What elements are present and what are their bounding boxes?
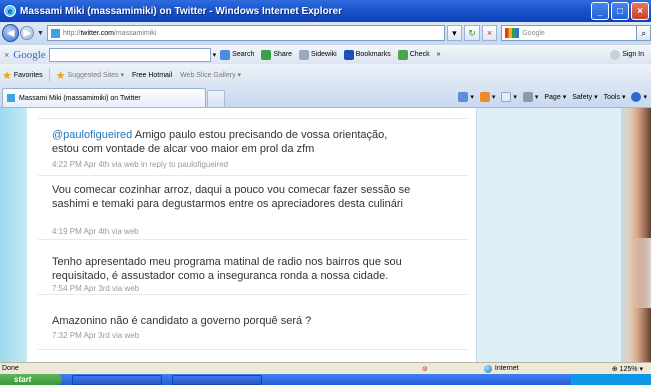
google-sign-in-link[interactable]: Sign In [610, 49, 644, 60]
taskbar-item[interactable] [72, 374, 162, 385]
status-text: Done [2, 365, 19, 372]
address-row: ◀ ▶ ▼ http://twitter.com/massamimiki ▾ ↻… [0, 22, 651, 44]
google-check-button[interactable]: Check [397, 49, 430, 60]
mention-link[interactable]: @paulofigueired [52, 129, 132, 141]
read-mail-button[interactable]: ▾ [501, 92, 517, 102]
fav-suggested-sites[interactable]: Suggested Sites ▾ [68, 71, 124, 80]
zoom-level[interactable]: ⊕ 125% ▾ [612, 365, 651, 373]
tweet-meta[interactable]: 4:22 PM Apr 4th via web in reply to paul… [52, 160, 228, 169]
command-bar: ▾ ▾ ▾ ▾ Page ▾ Safety ▾ Tools ▾ ▾ [458, 87, 651, 107]
tab-twitter[interactable]: Massami Miki (massamimiki) on Twitter [2, 88, 206, 107]
new-tab-button[interactable] [207, 90, 225, 107]
favorites-button[interactable]: Favorites [14, 72, 43, 79]
close-button[interactable]: × [631, 2, 649, 20]
page-background [0, 108, 27, 362]
window-title: Massami Miki (massamimiki) on Twitter - … [20, 5, 343, 17]
page-content: @paulofigueired Amigo paulo estou precis… [0, 108, 651, 362]
minimize-button[interactable]: _ [591, 2, 609, 20]
fav-web-slice-gallery[interactable]: Web Slice Gallery ▾ [180, 71, 241, 80]
tweet-text: Tenho apresentado meu programa matinal d… [52, 256, 402, 282]
add-favorite-icon[interactable]: ★ [56, 69, 66, 82]
history-dropdown-icon[interactable]: ▼ [37, 30, 44, 37]
status-bar: Done ⊘ Internet ⊕ 125% ▾ [0, 362, 651, 374]
ie-logo-icon: e [4, 5, 16, 17]
url-host: twitter.com [80, 29, 114, 37]
tweet-text: @paulofigueired Amigo paulo estou precis… [52, 129, 388, 155]
start-button[interactable]: start [0, 374, 62, 385]
url-path: /massamimiki [113, 29, 157, 37]
tab-title: Massami Miki (massamimiki) on Twitter [19, 94, 141, 102]
safety-menu[interactable]: Safety ▾ [572, 93, 597, 102]
google-search-input[interactable] [48, 47, 211, 62]
tweet-item: Vou comecar cozinhar arroz, daqui a pouc… [38, 176, 468, 240]
tab-favicon-icon [7, 94, 15, 102]
search-box[interactable]: Google [501, 25, 638, 41]
tools-menu[interactable]: Tools ▾ [604, 93, 626, 102]
google-logo: Google [13, 48, 46, 61]
google-search-button[interactable]: Search [220, 49, 254, 60]
photo-highlight [633, 238, 651, 308]
home-button[interactable]: ▾ [458, 92, 474, 102]
google-share-button[interactable]: Share [261, 49, 292, 60]
window-controls: _ □ × [591, 2, 649, 20]
feeds-button[interactable]: ▾ [479, 92, 495, 102]
fav-free-hotmail[interactable]: Free Hotmail [132, 72, 172, 79]
tweet-text: Amazonino não é candidato a governo porq… [52, 315, 312, 327]
windows-taskbar: start [0, 374, 651, 385]
search-icon[interactable]: ⌕ [637, 25, 651, 41]
address-dropdown-button[interactable]: ▾ [446, 25, 463, 41]
refresh-button[interactable]: ↻ [464, 25, 480, 41]
tweet-meta[interactable]: 7:32 PM Apr 3rd via web [52, 331, 139, 340]
profile-background-photo [621, 108, 651, 362]
search-placeholder: Google [522, 29, 545, 37]
toolbar-more-chevron-icon[interactable]: » [437, 51, 441, 58]
help-icon[interactable]: ▾ [631, 92, 647, 102]
globe-icon [483, 364, 492, 373]
google-search-dropdown-icon[interactable]: ▾ [213, 51, 217, 59]
tab-row: Massami Miki (massamimiki) on Twitter ▾ … [0, 86, 651, 108]
address-bar[interactable]: http://twitter.com/massamimiki [46, 25, 445, 41]
google-toolbar: × Google ▾ Search Share Sidewiki Bookmar… [0, 44, 651, 64]
site-favicon-icon [50, 28, 60, 38]
tweet-meta[interactable]: 4:19 PM Apr 4th via web [52, 227, 139, 236]
toolbar-close-icon[interactable]: × [4, 50, 9, 60]
page-menu[interactable]: Page ▾ [544, 93, 566, 102]
tweet-item: Tenho apresentado meu programa matinal d… [38, 240, 468, 295]
back-button[interactable]: ◀ [2, 24, 20, 42]
forward-button[interactable]: ▶ [20, 26, 35, 40]
print-button[interactable]: ▾ [522, 92, 538, 102]
security-icon: ⊘ [422, 365, 428, 373]
search-provider-icon [505, 28, 520, 38]
taskbar-item[interactable] [172, 374, 262, 385]
stop-button[interactable]: × [481, 25, 498, 41]
favorites-bar: ★ Favorites ★ Suggested Sites ▾ Free Hot… [0, 64, 651, 86]
tweet-item: Amazonino não é candidato a governo porq… [38, 295, 468, 350]
maximize-button[interactable]: □ [611, 2, 629, 20]
favorites-divider [48, 68, 50, 82]
google-bookmarks-button[interactable]: Bookmarks [343, 49, 391, 60]
system-tray [571, 374, 651, 385]
tweet-text: Vou comecar cozinhar arroz, daqui a pouc… [52, 184, 411, 210]
window-titlebar: e Massami Miki (massamimiki) on Twitter … [0, 0, 651, 22]
profile-sidebar [476, 108, 636, 362]
security-zone[interactable]: Internet [483, 364, 519, 373]
url-prefix: http:// [62, 29, 81, 37]
tweet-meta[interactable]: 7:54 PM Apr 3rd via web [52, 284, 139, 293]
google-sidewiki-button[interactable]: Sidewiki [299, 49, 337, 60]
tweet-item: @paulofigueired Amigo paulo estou precis… [38, 118, 468, 176]
favorites-star-icon[interactable]: ★ [2, 69, 12, 82]
